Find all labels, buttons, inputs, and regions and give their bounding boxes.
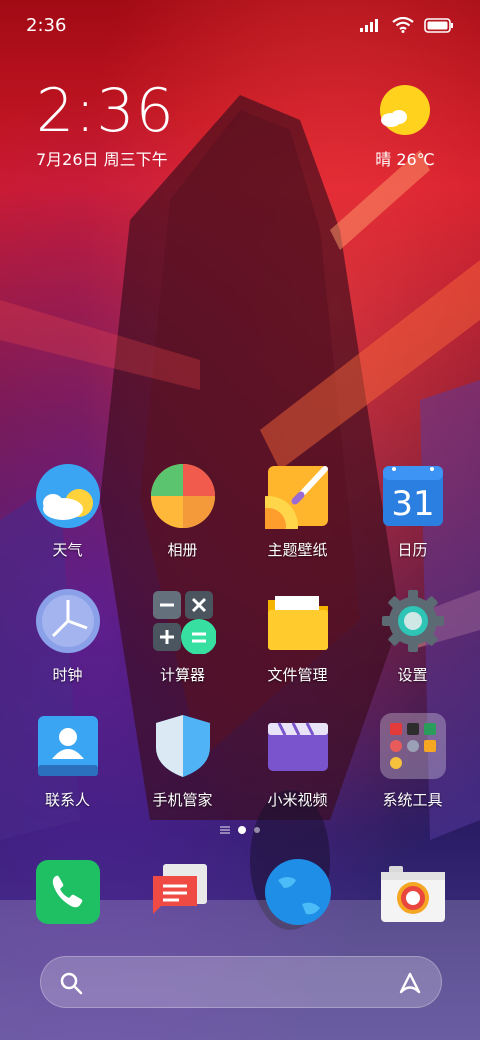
video-icon <box>265 713 331 779</box>
clock-widget[interactable]: 2:36 7月26日 周三下午 <box>36 80 175 170</box>
app-label: 时钟 <box>52 666 83 684</box>
dock-phone[interactable] <box>12 858 124 926</box>
calculator-icon <box>150 588 217 655</box>
app-label: 系统工具 <box>382 791 443 809</box>
app-file-manager[interactable]: 文件管理 <box>242 588 354 685</box>
dock-messages[interactable] <box>127 858 239 926</box>
folder-icon <box>379 713 446 779</box>
app-folder-system-tools[interactable]: 系统工具 <box>357 713 469 810</box>
app-row: 联系人 手机管家 小米视频 系统工具 <box>0 713 480 810</box>
messages-icon <box>149 858 217 926</box>
security-icon <box>150 713 216 779</box>
weather-widget[interactable]: 晴 26℃ <box>360 84 450 170</box>
app-weather[interactable]: 天气 <box>12 463 124 560</box>
wifi-icon <box>392 17 414 33</box>
file-manager-icon <box>265 588 331 654</box>
dock-apps <box>0 858 480 926</box>
weather-text: 晴 26℃ <box>375 150 435 169</box>
app-label: 手机管家 <box>152 791 213 809</box>
search-icon[interactable] <box>59 971 83 999</box>
app-clock[interactable]: 时钟 <box>12 588 124 685</box>
search-bar[interactable] <box>40 956 442 1008</box>
calendar-date-number: 31 <box>391 484 434 524</box>
app-label: 相册 <box>167 541 198 559</box>
signal-icon <box>360 18 382 32</box>
clock-icon <box>35 588 101 654</box>
app-security[interactable]: 手机管家 <box>127 713 239 810</box>
list-page-indicator[interactable] <box>220 829 230 831</box>
app-label: 联系人 <box>44 791 90 809</box>
app-video[interactable]: 小米视频 <box>242 713 354 810</box>
themes-icon <box>237 463 331 556</box>
app-label: 小米视频 <box>267 791 328 809</box>
clock-time: 2:36 <box>36 76 175 146</box>
page-dot[interactable] <box>254 827 260 833</box>
status-time: 2:36 <box>26 14 67 36</box>
page-dot-active[interactable] <box>238 826 246 834</box>
weather-icon <box>35 463 101 529</box>
status-icons <box>360 17 454 33</box>
dock-browser[interactable] <box>242 858 354 926</box>
settings-icon <box>380 588 446 654</box>
app-label: 主题壁纸 <box>267 541 328 559</box>
app-row: 天气 相册 主题壁纸 31 日历 <box>0 463 480 560</box>
status-bar: 2:36 <box>0 0 480 50</box>
sunny-weather-icon <box>379 84 431 136</box>
contacts-icon <box>35 713 101 779</box>
app-gallery[interactable]: 相册 <box>127 463 239 560</box>
assistant-icon[interactable] <box>397 971 423 999</box>
app-label: 文件管理 <box>267 666 328 684</box>
camera-icon <box>379 858 447 926</box>
app-grid: 天气 相册 主题壁纸 31 日历 时钟 计算器 文件管理 设置 联系人 手机管家… <box>0 463 480 838</box>
app-calculator[interactable]: 计算器 <box>127 588 239 685</box>
app-themes[interactable]: 主题壁纸 <box>237 463 354 560</box>
clock-date: 7月26日 周三下午 <box>36 150 168 169</box>
app-calendar[interactable]: 31 日历 <box>357 463 469 560</box>
app-label: 天气 <box>52 541 83 559</box>
browser-icon <box>264 858 332 926</box>
app-contacts[interactable]: 联系人 <box>12 713 124 810</box>
gallery-icon <box>150 463 216 529</box>
page-indicator[interactable] <box>0 826 480 834</box>
app-settings[interactable]: 设置 <box>357 588 469 685</box>
app-label: 计算器 <box>159 666 205 684</box>
app-label: 日历 <box>397 541 428 559</box>
phone-icon <box>34 858 102 926</box>
app-label: 设置 <box>397 666 428 684</box>
app-row: 时钟 计算器 文件管理 设置 <box>0 588 480 685</box>
dock-camera[interactable] <box>357 858 469 926</box>
calendar-icon: 31 <box>380 463 446 529</box>
battery-icon <box>424 17 454 33</box>
